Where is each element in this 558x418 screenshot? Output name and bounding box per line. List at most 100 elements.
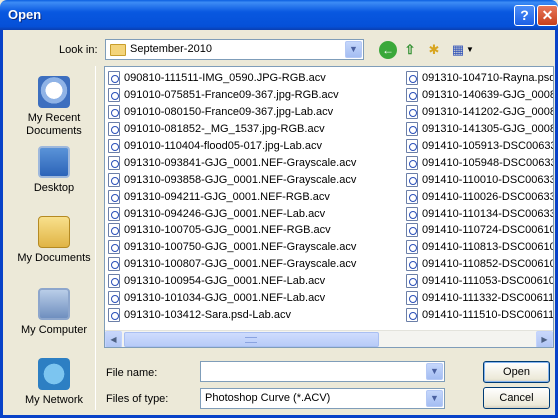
- list-item[interactable]: 091410-110724-DSC00610: [406, 222, 553, 239]
- list-item[interactable]: 091410-111510-DSC00611: [406, 306, 553, 323]
- list-item[interactable]: 091410-110134-DSC00633: [406, 205, 553, 222]
- file-name: 091310-103412-Sara.psd-Lab.acv: [124, 308, 291, 321]
- acv-file-icon: [406, 291, 418, 306]
- list-item[interactable]: 091010-110404-flood05-017.jpg-Lab.acv: [108, 138, 398, 155]
- scroll-left-icon[interactable]: ◀: [105, 331, 122, 347]
- list-item[interactable]: 091310-103412-Sara.psd-Lab.acv: [108, 306, 398, 323]
- list-item[interactable]: 091310-100807-GJG_0001.NEF-Grayscale.acv: [108, 256, 398, 273]
- list-item[interactable]: 091310-094211-GJG_0001.NEF-RGB.acv: [108, 188, 398, 205]
- list-item[interactable]: 091310-141305-GJG_0008: [406, 121, 553, 138]
- place-label: My Computer: [20, 324, 88, 336]
- desktop-icon: [38, 146, 70, 178]
- list-item[interactable]: 091310-093841-GJG_0001.NEF-Grayscale.acv: [108, 154, 398, 171]
- look-in-label: Look in:: [59, 44, 98, 56]
- chevron-down-icon[interactable]: ▼: [426, 390, 443, 407]
- help-button[interactable]: ?: [514, 5, 535, 26]
- file-name-label: File name:: [106, 367, 158, 379]
- acv-file-icon: [108, 291, 120, 306]
- close-button[interactable]: ✕: [537, 5, 558, 26]
- file-name: 091410-110813-DSC00610: [422, 241, 554, 254]
- places-bar: My Recent Documents Desktop My Documents…: [12, 66, 96, 410]
- acv-file-icon: [406, 189, 418, 204]
- my-computer-icon: [38, 288, 70, 320]
- file-name: 091010-081852-_MG_1537.jpg-RGB.acv: [124, 123, 325, 136]
- list-item[interactable]: 091410-110026-DSC00633: [406, 188, 554, 205]
- file-name-input[interactable]: ▼: [200, 361, 445, 382]
- acv-file-icon: [108, 189, 120, 204]
- file-name: 091410-105913-DSC00633: [422, 140, 554, 152]
- list-item[interactable]: 091310-141202-GJG_0008: [406, 104, 553, 121]
- list-item[interactable]: 091010-080150-France09-367.jpg-Lab.acv: [108, 104, 398, 121]
- list-item[interactable]: 091310-100954-GJG_0001.NEF-Lab.acv: [108, 273, 398, 290]
- list-item[interactable]: 091310-100705-GJG_0001.NEF-RGB.acv: [108, 222, 398, 239]
- list-item[interactable]: 091310-094246-GJG_0001.NEF-Lab.acv: [108, 205, 398, 222]
- list-item[interactable]: 091010-075851-France09-367.jpg-RGB.acv: [108, 87, 398, 104]
- place-desktop[interactable]: Desktop: [12, 146, 96, 195]
- file-name: 091410-111053-DSC00610: [422, 275, 554, 288]
- acv-file-icon: [406, 223, 418, 238]
- horizontal-scrollbar[interactable]: ◀ ▶: [105, 330, 553, 347]
- scroll-right-icon[interactable]: ▶: [536, 331, 553, 347]
- window-title: Open: [8, 7, 42, 22]
- list-item[interactable]: 091310-101034-GJG_0001.NEF-Lab.acv: [108, 290, 398, 307]
- acv-file-icon: [406, 71, 418, 86]
- list-item[interactable]: 091410-110852-DSC00610: [406, 256, 553, 273]
- list-item[interactable]: 091310-140639-GJG_0008: [406, 87, 554, 104]
- acv-file-icon: [406, 88, 418, 103]
- acv-file-icon: [406, 206, 418, 221]
- acv-file-icon: [406, 122, 418, 137]
- file-type-select[interactable]: Photoshop Curve (*.ACV) ▼: [200, 388, 445, 409]
- views-menu-icon[interactable]: ▦: [449, 41, 467, 59]
- place-my-documents[interactable]: My Documents: [12, 216, 96, 265]
- open-button[interactable]: Open: [483, 361, 550, 383]
- file-name: 091310-101034-GJG_0001.NEF-Lab.acv: [124, 292, 326, 305]
- acv-file-icon: [108, 206, 120, 221]
- list-item[interactable]: 091310-104710-Rayna.psd: [406, 70, 554, 87]
- place-label: My Network: [24, 394, 84, 406]
- place-recent-documents[interactable]: My Recent Documents: [12, 76, 96, 138]
- file-name: 091410-111332-DSC00611: [422, 292, 554, 305]
- list-item[interactable]: 091410-111332-DSC00611: [406, 290, 554, 307]
- look-in-value: September-2010: [130, 43, 212, 55]
- new-folder-icon[interactable]: ✱: [425, 41, 443, 59]
- file-name: 091410-110010-DSC00633: [422, 173, 554, 186]
- file-name: 091310-100750-GJG_0001.NEF-Grayscale.acv: [124, 241, 357, 254]
- file-type-value: Photoshop Curve (*.ACV): [205, 392, 331, 404]
- up-folder-icon[interactable]: ⇧: [401, 41, 419, 59]
- file-name: 091010-075851-France09-367.jpg-RGB.acv: [124, 89, 339, 102]
- list-item[interactable]: 090810-111511-IMG_0590.JPG-RGB.acv: [108, 70, 398, 87]
- chevron-down-icon[interactable]: ▼: [345, 41, 362, 58]
- file-name: 091310-100807-GJG_0001.NEF-Grayscale.acv: [124, 258, 357, 271]
- acv-file-icon: [406, 307, 418, 322]
- chevron-down-icon[interactable]: ▼: [426, 363, 443, 380]
- my-documents-icon: [38, 216, 70, 248]
- file-list[interactable]: 090810-111511-IMG_0590.JPG-RGB.acv 09101…: [104, 66, 554, 348]
- list-item[interactable]: 091410-110010-DSC00633: [406, 171, 554, 188]
- file-name: 091310-100705-GJG_0001.NEF-RGB.acv: [124, 224, 331, 237]
- look-in-combo[interactable]: September-2010 ▼: [105, 39, 364, 60]
- list-item[interactable]: 091410-105948-DSC00633: [406, 154, 553, 171]
- title-bar: Open ? ✕: [0, 0, 558, 30]
- recent-documents-icon: [38, 76, 70, 108]
- list-item[interactable]: 091410-105913-DSC00633: [406, 138, 554, 155]
- list-item[interactable]: 091010-081852-_MG_1537.jpg-RGB.acv: [108, 121, 398, 138]
- file-column-2: 091310-104710-Rayna.psd 091310-140639-GJ…: [406, 70, 554, 323]
- list-item[interactable]: 091410-111053-DSC00610: [406, 273, 554, 290]
- views-dropdown-icon[interactable]: ▼: [466, 45, 474, 54]
- file-name: 091410-110026-DSC00633: [422, 190, 554, 203]
- place-my-computer[interactable]: My Computer: [12, 288, 96, 337]
- list-item[interactable]: 091310-100750-GJG_0001.NEF-Grayscale.acv: [108, 239, 398, 256]
- scrollbar-thumb[interactable]: [124, 332, 379, 347]
- file-name: 091310-140639-GJG_0008: [422, 89, 554, 102]
- my-network-icon: [38, 358, 70, 390]
- list-item[interactable]: 091410-110813-DSC00610: [406, 239, 554, 256]
- list-item[interactable]: 091310-093858-GJG_0001.NEF-Grayscale.acv: [108, 171, 398, 188]
- place-label: Desktop: [33, 182, 75, 194]
- place-my-network[interactable]: My Network: [12, 358, 96, 407]
- back-icon[interactable]: ←: [379, 41, 397, 59]
- acv-file-icon: [406, 139, 418, 153]
- acv-file-icon: [406, 105, 418, 120]
- acv-file-icon: [108, 155, 120, 170]
- cancel-button[interactable]: Cancel: [483, 387, 550, 409]
- file-name: 091310-104710-Rayna.psd: [422, 72, 554, 85]
